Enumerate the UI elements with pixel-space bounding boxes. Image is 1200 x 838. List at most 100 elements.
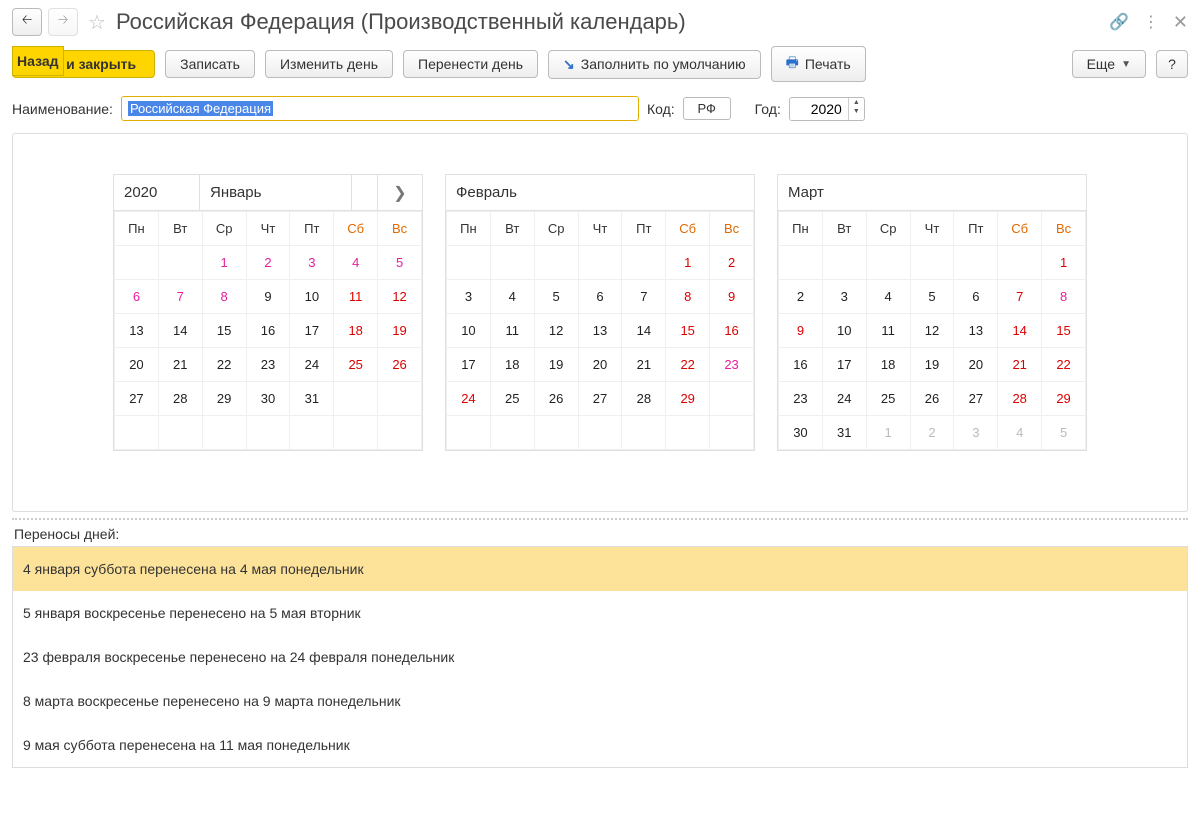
calendar-day[interactable]: 25 [866, 382, 910, 416]
calendar-day[interactable]: 3 [290, 246, 334, 280]
calendar-day[interactable]: 2 [779, 280, 823, 314]
calendar-day[interactable]: 30 [779, 416, 823, 450]
calendar-day[interactable]: 17 [447, 348, 491, 382]
calendar-day[interactable]: 8 [666, 280, 710, 314]
calendar-month[interactable]: Январь [200, 175, 352, 210]
calendar-day[interactable]: 3 [447, 280, 491, 314]
transfer-row[interactable]: 5 января воскресенье перенесено на 5 мая… [13, 591, 1187, 635]
calendar-day[interactable]: 19 [910, 348, 954, 382]
calendar-day[interactable]: 8 [1042, 280, 1086, 314]
calendar-day[interactable]: 10 [290, 280, 334, 314]
calendar-day[interactable]: 10 [447, 314, 491, 348]
calendar-day[interactable]: 9 [710, 280, 754, 314]
calendar-day[interactable]: 23 [710, 348, 754, 382]
calendar-day[interactable]: 24 [822, 382, 866, 416]
calendar-day[interactable]: 13 [578, 314, 622, 348]
calendar-day[interactable]: 19 [534, 348, 578, 382]
calendar-day[interactable]: 19 [378, 314, 422, 348]
save-button[interactable]: Записать [165, 50, 255, 78]
calendar-day[interactable]: 27 [115, 382, 159, 416]
calendar-day[interactable]: 21 [998, 348, 1042, 382]
calendar-day[interactable]: 29 [666, 382, 710, 416]
calendar-day[interactable]: 30 [246, 382, 290, 416]
calendar-day[interactable]: 12 [378, 280, 422, 314]
fill-default-button[interactable]: ↘ Заполнить по умолчанию [548, 50, 761, 79]
calendar-day[interactable]: 31 [822, 416, 866, 450]
calendar-day[interactable]: 28 [998, 382, 1042, 416]
year-down-icon[interactable]: ▼ [849, 107, 864, 116]
calendar-day[interactable]: 9 [779, 314, 823, 348]
calendar-day[interactable]: 14 [998, 314, 1042, 348]
calendar-day[interactable]: 2 [246, 246, 290, 280]
year-stepper[interactable]: ▲ ▼ [789, 97, 865, 121]
calendar-day[interactable]: 20 [115, 348, 159, 382]
calendar-day[interactable]: 25 [334, 348, 378, 382]
calendar-day[interactable]: 11 [866, 314, 910, 348]
calendar-day[interactable]: 29 [202, 382, 246, 416]
calendar-day[interactable]: 5 [378, 246, 422, 280]
calendar-day[interactable]: 4 [490, 280, 534, 314]
calendar-day[interactable]: 17 [822, 348, 866, 382]
calendar-day[interactable]: 3 [822, 280, 866, 314]
calendar-day[interactable]: 4 [998, 416, 1042, 450]
calendar-day[interactable]: 16 [246, 314, 290, 348]
calendar-day[interactable]: 27 [578, 382, 622, 416]
link-icon[interactable]: 🔗 [1109, 12, 1129, 32]
calendar-day[interactable]: 12 [534, 314, 578, 348]
calendar-day[interactable]: 14 [622, 314, 666, 348]
calendar-day[interactable]: 1 [1042, 246, 1086, 280]
calendar-day[interactable]: 7 [998, 280, 1042, 314]
calendar-month[interactable]: Март [778, 175, 1086, 210]
calendar-select[interactable] [352, 175, 378, 210]
help-button[interactable]: ? [1156, 50, 1188, 78]
calendar-day[interactable]: 7 [622, 280, 666, 314]
calendar-day[interactable]: 22 [666, 348, 710, 382]
close-icon[interactable]: ✕ [1173, 12, 1188, 33]
calendar-month[interactable]: Февраль [446, 175, 754, 210]
calendar-year[interactable]: 2020 [114, 175, 200, 210]
calendar-day[interactable]: 4 [866, 280, 910, 314]
calendar-day[interactable]: 1 [202, 246, 246, 280]
calendar-day[interactable]: 26 [910, 382, 954, 416]
calendar-day[interactable]: 13 [954, 314, 998, 348]
calendar-day[interactable]: 18 [334, 314, 378, 348]
calendar-day[interactable]: 10 [822, 314, 866, 348]
move-day-button[interactable]: Перенести день [403, 50, 538, 78]
calendar-day[interactable]: 5 [1042, 416, 1086, 450]
calendar-day[interactable]: 7 [158, 280, 202, 314]
change-day-button[interactable]: Изменить день [265, 50, 393, 78]
calendar-day[interactable]: 24 [290, 348, 334, 382]
calendar-next-icon[interactable]: ❯ [378, 175, 422, 210]
calendar-day[interactable]: 20 [954, 348, 998, 382]
calendar-day[interactable]: 6 [115, 280, 159, 314]
calendar-day[interactable]: 22 [202, 348, 246, 382]
calendar-day[interactable]: 25 [490, 382, 534, 416]
calendar-day[interactable]: 11 [490, 314, 534, 348]
calendar-day[interactable]: 12 [910, 314, 954, 348]
year-input[interactable] [790, 98, 848, 120]
transfer-row[interactable]: 9 мая суббота перенесена на 11 мая понед… [13, 723, 1187, 767]
favorite-star-icon[interactable]: ☆ [88, 10, 106, 35]
calendar-day[interactable]: 6 [578, 280, 622, 314]
calendar-day[interactable]: 17 [290, 314, 334, 348]
calendar-day[interactable]: 26 [378, 348, 422, 382]
calendar-day[interactable]: 24 [447, 382, 491, 416]
name-input[interactable]: Российская Федерация [121, 96, 639, 121]
calendar-day[interactable]: 4 [334, 246, 378, 280]
calendar-day[interactable]: 6 [954, 280, 998, 314]
print-button[interactable]: 🖶 Печать [771, 46, 866, 82]
calendar-day[interactable]: 26 [534, 382, 578, 416]
calendar-day[interactable]: 29 [1042, 382, 1086, 416]
calendar-day[interactable]: 18 [866, 348, 910, 382]
year-up-icon[interactable]: ▲ [849, 98, 864, 107]
calendar-day[interactable]: 18 [490, 348, 534, 382]
transfer-row[interactable]: 4 января суббота перенесена на 4 мая пон… [13, 547, 1187, 591]
calendar-day[interactable]: 2 [910, 416, 954, 450]
calendar-day[interactable]: 31 [290, 382, 334, 416]
more-button[interactable]: Еще ▼ [1072, 50, 1146, 78]
calendar-day[interactable]: 20 [578, 348, 622, 382]
calendar-day[interactable]: 11 [334, 280, 378, 314]
calendar-day[interactable]: 28 [158, 382, 202, 416]
calendar-day[interactable]: 14 [158, 314, 202, 348]
calendar-day[interactable]: 9 [246, 280, 290, 314]
